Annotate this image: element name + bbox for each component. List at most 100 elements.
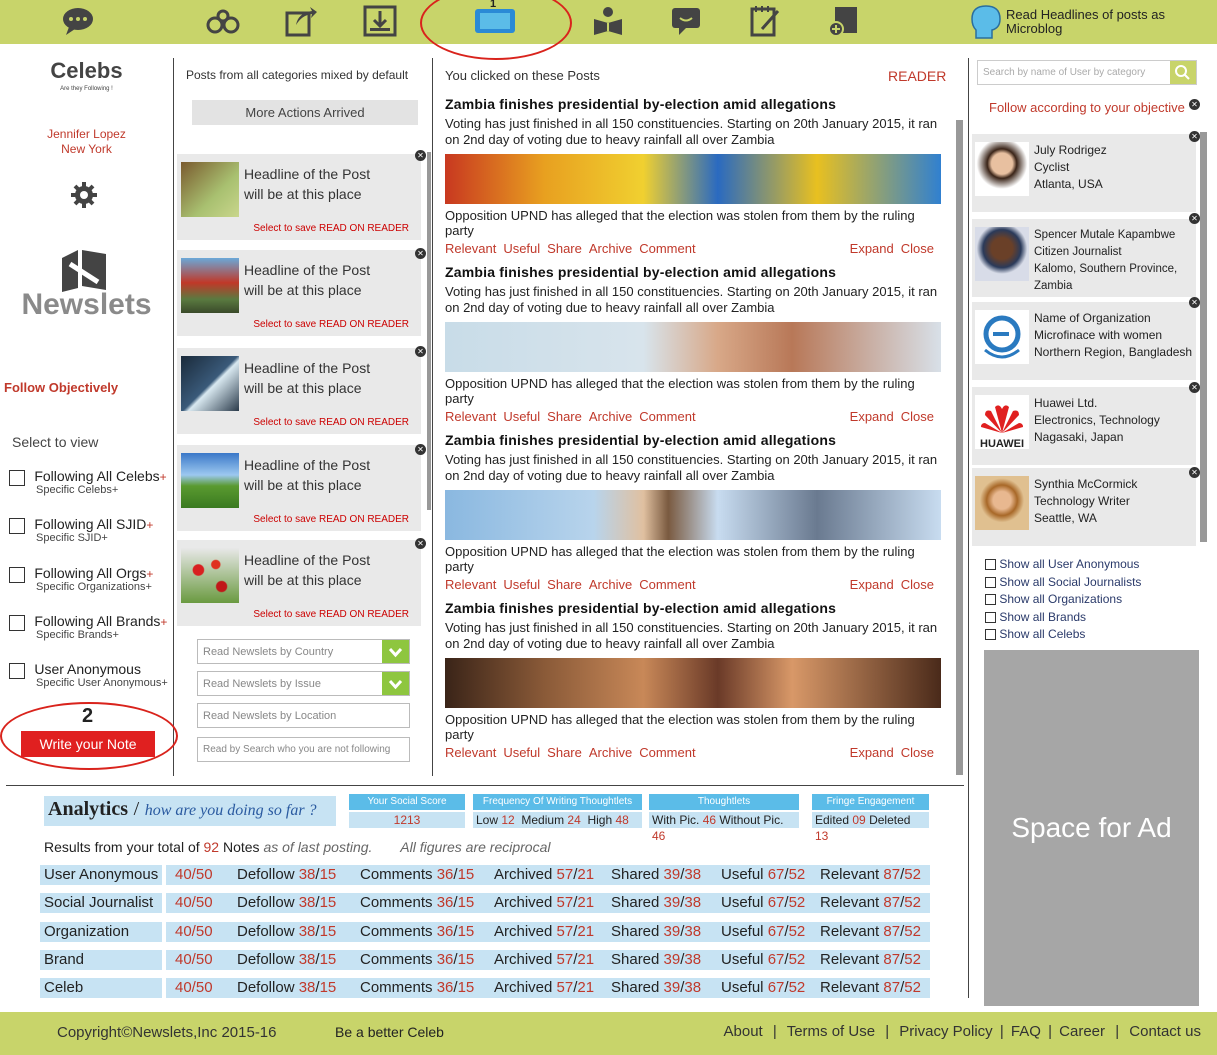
close-icon[interactable]: ✕: [415, 444, 426, 455]
checkbox[interactable]: [985, 559, 996, 571]
useful-link[interactable]: Useful: [503, 577, 540, 592]
chevron-down-icon[interactable]: [382, 640, 409, 663]
checkbox[interactable]: [985, 611, 996, 623]
show-journalists-option[interactable]: Show all Social Journalists: [985, 574, 1141, 592]
save-to-reader-link[interactable]: Select to save READ ON READER: [253, 514, 409, 525]
news-title[interactable]: Zambia finishes presidential by-election…: [445, 432, 941, 448]
post-card[interactable]: Headline of the Post will be at this plac…: [177, 540, 421, 626]
checkbox[interactable]: [985, 629, 996, 641]
add-document-icon[interactable]: [824, 2, 864, 40]
follow-card[interactable]: July Rodrigez Cyclist Atlanta, USA: [972, 134, 1196, 212]
relevant-link[interactable]: Relevant: [445, 577, 496, 592]
comment-link[interactable]: Comment: [639, 409, 695, 424]
close-icon[interactable]: ✕: [1189, 213, 1200, 224]
share-link[interactable]: Share: [547, 241, 582, 256]
download-icon[interactable]: [360, 2, 400, 40]
career-link[interactable]: Career: [1059, 1023, 1105, 1040]
close-icon[interactable]: ✕: [415, 150, 426, 161]
news-title[interactable]: Zambia finishes presidential by-election…: [445, 96, 941, 112]
expand-link[interactable]: Expand: [850, 745, 894, 760]
show-anonymous-option[interactable]: Show all User Anonymous: [985, 556, 1141, 574]
expand-link[interactable]: Expand: [850, 409, 894, 424]
message-icon[interactable]: [666, 2, 706, 40]
share-link[interactable]: Share: [547, 745, 582, 760]
comment-link[interactable]: Comment: [639, 745, 695, 760]
expand-link[interactable]: Expand: [850, 241, 894, 256]
archive-link[interactable]: Archive: [589, 241, 632, 256]
close-icon[interactable]: ✕: [415, 248, 426, 259]
checkbox[interactable]: [9, 614, 25, 631]
location-input[interactable]: Read Newslets by Location: [197, 703, 410, 728]
archive-link[interactable]: Archive: [589, 577, 632, 592]
close-icon[interactable]: ✕: [415, 346, 426, 357]
privacy-link[interactable]: Privacy Policy: [899, 1023, 992, 1040]
scrollbar[interactable]: [956, 120, 963, 775]
checkbox[interactable]: [985, 594, 996, 606]
post-card[interactable]: Headline of the Post will be at this plac…: [177, 154, 421, 240]
issue-select[interactable]: Read Newslets by Issue: [197, 671, 410, 696]
close-link[interactable]: Close: [901, 241, 934, 256]
expand-link[interactable]: Expand: [850, 577, 894, 592]
reading-person-icon[interactable]: [588, 2, 628, 40]
follow-card[interactable]: Name of Organization Microfinace with wom…: [972, 302, 1196, 380]
post-card[interactable]: Headline of the Post will be at this plac…: [177, 348, 421, 434]
search-bar[interactable]: Search by name of User by category: [977, 60, 1197, 85]
filter-sjid[interactable]: Following All SJID+ Specific SJID+: [9, 516, 153, 544]
user-name[interactable]: Jennifer Lopez: [0, 127, 173, 141]
close-icon[interactable]: ✕: [1189, 467, 1200, 478]
archive-link[interactable]: Archive: [589, 409, 632, 424]
filter-brands[interactable]: Following All Brands+ Specific Brands+: [9, 613, 167, 641]
close-link[interactable]: Close: [901, 409, 934, 424]
filter-celebs[interactable]: Following All Celebs+ Specific Celebs+: [9, 468, 167, 496]
close-icon[interactable]: ✕: [1189, 382, 1200, 393]
checkbox[interactable]: [9, 662, 25, 679]
search-input[interactable]: Search by name of User by category: [983, 67, 1145, 78]
news-title[interactable]: Zambia finishes presidential by-election…: [445, 264, 941, 280]
checkbox[interactable]: [9, 469, 25, 486]
useful-link[interactable]: Useful: [503, 409, 540, 424]
checkbox[interactable]: [985, 576, 996, 588]
useful-link[interactable]: Useful: [503, 745, 540, 760]
close-icon[interactable]: ✕: [1189, 297, 1200, 308]
notepad-icon[interactable]: [745, 2, 785, 40]
close-icon[interactable]: ✕: [1189, 99, 1200, 110]
save-to-reader-link[interactable]: Select to save READ ON READER: [253, 417, 409, 428]
search-icon[interactable]: [1170, 61, 1196, 84]
scrollbar[interactable]: [1200, 132, 1207, 542]
about-link[interactable]: About: [724, 1023, 763, 1040]
follow-card[interactable]: Spencer Mutale Kapambwe Citizen Journalis…: [972, 219, 1196, 297]
news-title[interactable]: Zambia finishes presidential by-election…: [445, 600, 941, 616]
share-icon[interactable]: [281, 2, 321, 40]
terms-link[interactable]: Terms of Use: [787, 1023, 875, 1040]
ad-space[interactable]: Space for Ad: [984, 650, 1199, 1006]
useful-link[interactable]: Useful: [503, 241, 540, 256]
save-to-reader-link[interactable]: Select to save READ ON READER: [253, 319, 409, 330]
save-to-reader-link[interactable]: Select to save READ ON READER: [253, 223, 409, 234]
relevant-link[interactable]: Relevant: [445, 745, 496, 760]
checkbox[interactable]: [9, 566, 25, 583]
share-link[interactable]: Share: [547, 409, 582, 424]
filter-orgs[interactable]: Following All Orgs+ Specific Organizatio…: [9, 565, 153, 593]
close-link[interactable]: Close: [901, 745, 934, 760]
close-icon[interactable]: ✕: [1189, 131, 1200, 142]
country-select[interactable]: Read Newslets by Country: [197, 639, 410, 664]
chevron-down-icon[interactable]: [382, 672, 409, 695]
save-to-reader-link[interactable]: Select to save READ ON READER: [253, 609, 409, 620]
post-card[interactable]: Headline of the Post will be at this plac…: [177, 445, 421, 531]
show-brands-option[interactable]: Show all Brands: [985, 609, 1141, 627]
faq-link[interactable]: FAQ: [1011, 1023, 1041, 1040]
search-not-following-input[interactable]: Read by Search who you are not following: [197, 737, 410, 762]
comment-link[interactable]: Comment: [639, 241, 695, 256]
follow-card[interactable]: HUAWEI Huawei Ltd. Electronics, Technolog…: [972, 387, 1196, 465]
post-card[interactable]: Headline of the Post will be at this plac…: [177, 250, 421, 336]
contact-link[interactable]: Contact us: [1129, 1023, 1201, 1040]
scrollbar[interactable]: [427, 152, 431, 510]
show-celebs-option[interactable]: Show all Celebs: [985, 626, 1141, 644]
filter-anonymous[interactable]: User Anonymous Specific User Anonymous+: [9, 661, 168, 689]
relevant-link[interactable]: Relevant: [445, 241, 496, 256]
relevant-link[interactable]: Relevant: [445, 409, 496, 424]
close-link[interactable]: Close: [901, 577, 934, 592]
more-actions-button[interactable]: More Actions Arrived: [192, 100, 418, 125]
checkbox[interactable]: [9, 517, 25, 534]
comment-link[interactable]: Comment: [639, 577, 695, 592]
